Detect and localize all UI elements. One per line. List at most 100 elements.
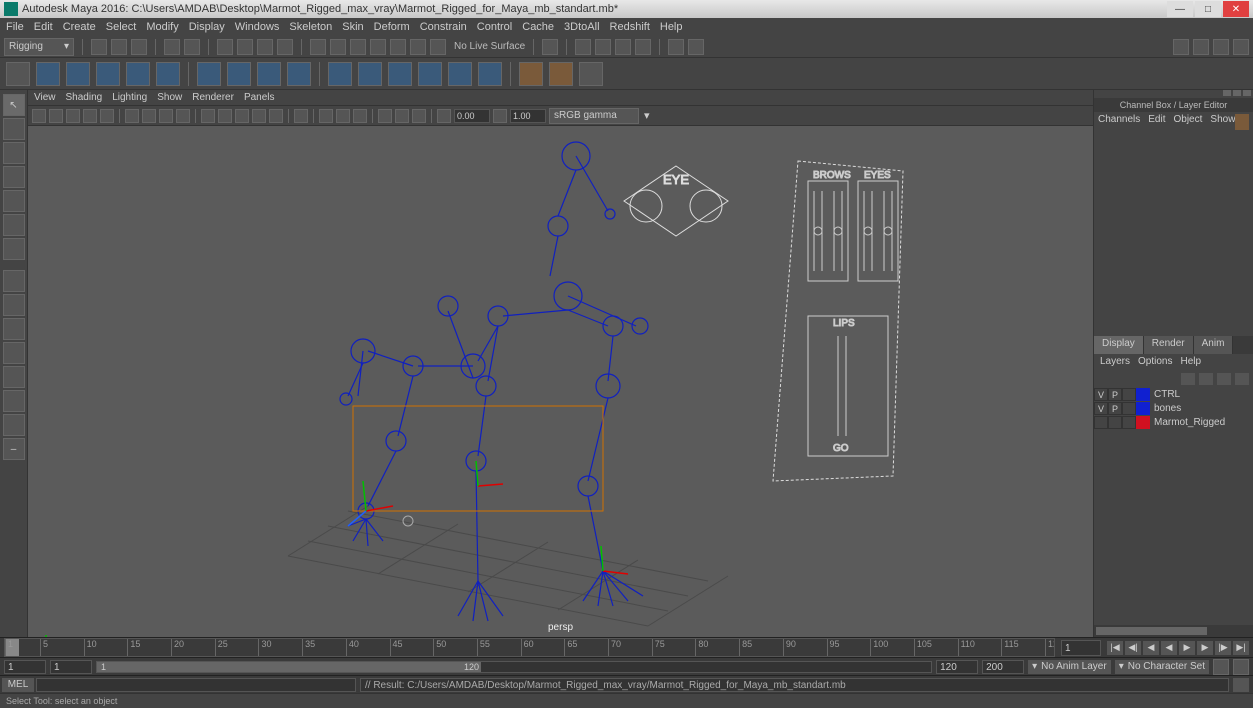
- gate-mask-icon[interactable]: [176, 109, 190, 123]
- layer-opt-help[interactable]: Help: [1180, 356, 1201, 367]
- menu-deform[interactable]: Deform: [374, 21, 410, 33]
- create-deformer-a-icon[interactable]: [328, 62, 352, 86]
- gamma-slider-icon[interactable]: [493, 109, 507, 123]
- panel-menu-view[interactable]: View: [34, 92, 56, 103]
- create-deformer-e-icon[interactable]: [448, 62, 472, 86]
- maximize-button[interactable]: □: [1195, 1, 1221, 17]
- manipulator-icon[interactable]: [1235, 114, 1249, 130]
- mirror-joint-icon[interactable]: [96, 62, 120, 86]
- layer-down-icon[interactable]: [1217, 373, 1231, 385]
- layer-up-icon[interactable]: [1199, 373, 1213, 385]
- select-object-icon[interactable]: [237, 39, 253, 55]
- menu-display[interactable]: Display: [189, 21, 225, 33]
- layer-new-icon[interactable]: [1181, 373, 1195, 385]
- camera-select-icon[interactable]: [32, 109, 46, 123]
- history-icon[interactable]: [542, 39, 558, 55]
- layer-tab-display[interactable]: Display: [1094, 336, 1144, 354]
- timeline[interactable]: 1510152025303540455055606570758085909510…: [0, 637, 1253, 657]
- layer-playback[interactable]: P: [1108, 402, 1122, 415]
- orient-joint-icon[interactable]: [126, 62, 150, 86]
- menu-help[interactable]: Help: [660, 21, 683, 33]
- redo-icon[interactable]: [184, 39, 200, 55]
- range-start-outer[interactable]: 1: [4, 660, 46, 674]
- film-gate-icon[interactable]: [142, 109, 156, 123]
- constraint-b-icon[interactable]: [549, 62, 573, 86]
- menu-edit[interactable]: Edit: [34, 21, 53, 33]
- step-back-button[interactable]: ◀: [1143, 641, 1159, 655]
- layer-playback[interactable]: P: [1108, 388, 1122, 401]
- gamma-input[interactable]: [510, 109, 546, 123]
- script-lang-label[interactable]: MEL: [2, 678, 34, 692]
- menu-skin[interactable]: Skin: [342, 21, 363, 33]
- exposure-reset-icon[interactable]: [395, 109, 409, 123]
- exposure-icon[interactable]: [378, 109, 392, 123]
- layout-a-icon[interactable]: [3, 318, 25, 340]
- character-set-select[interactable]: ▾No Character Set: [1115, 660, 1209, 674]
- select-hierarchy-icon[interactable]: [217, 39, 233, 55]
- textured-icon[interactable]: [235, 109, 249, 123]
- anim-layer-select[interactable]: ▾No Anim Layer: [1028, 660, 1111, 674]
- insert-joint-icon[interactable]: [66, 62, 90, 86]
- menu-skeleton[interactable]: Skeleton: [289, 21, 332, 33]
- bind-skin-icon[interactable]: [197, 62, 221, 86]
- close-button[interactable]: ✕: [1223, 1, 1249, 17]
- menu-windows[interactable]: Windows: [235, 21, 280, 33]
- snap-plane-icon[interactable]: [370, 39, 386, 55]
- shadows-icon[interactable]: [269, 109, 283, 123]
- layout-b-icon[interactable]: [3, 342, 25, 364]
- exposure-input[interactable]: [454, 109, 490, 123]
- select-multi-icon[interactable]: [277, 39, 293, 55]
- layout-d-icon[interactable]: [3, 390, 25, 412]
- undo-icon[interactable]: [164, 39, 180, 55]
- last-tool-icon[interactable]: [3, 238, 25, 260]
- go-end-button[interactable]: ▶|: [1233, 641, 1249, 655]
- layer-tab-anim[interactable]: Anim: [1194, 336, 1234, 354]
- two-d-icon[interactable]: [100, 109, 114, 123]
- range-end-inner[interactable]: 120: [936, 660, 978, 674]
- preferences-icon[interactable]: [1233, 659, 1249, 675]
- minimize-button[interactable]: —: [1167, 1, 1193, 17]
- right-scrollbar[interactable]: [1094, 625, 1253, 637]
- panel-menu-shading[interactable]: Shading: [66, 92, 103, 103]
- ik-handle-icon[interactable]: [156, 62, 180, 86]
- color-transform-select[interactable]: sRGB gamma: [549, 108, 639, 124]
- module-selector[interactable]: Rigging▾: [4, 38, 74, 56]
- exposure-b-icon[interactable]: [412, 109, 426, 123]
- hypershade-icon[interactable]: [635, 39, 651, 55]
- camera-lock-icon[interactable]: [49, 109, 63, 123]
- panel-menu-renderer[interactable]: Renderer: [192, 92, 234, 103]
- layer-type[interactable]: [1122, 416, 1136, 429]
- create-deformer-d-icon[interactable]: [418, 62, 442, 86]
- layer-opt-options[interactable]: Options: [1138, 356, 1172, 367]
- snap-grid-icon[interactable]: [310, 39, 326, 55]
- layer-color-swatch[interactable]: [1136, 416, 1150, 429]
- shelf-handle-icon[interactable]: [6, 62, 30, 86]
- create-deformer-f-icon[interactable]: [478, 62, 502, 86]
- layer-visibility[interactable]: V: [1094, 388, 1108, 401]
- menu-create[interactable]: Create: [63, 21, 96, 33]
- range-end-outer[interactable]: 200: [982, 660, 1024, 674]
- channel-box-toggle-icon[interactable]: [1213, 39, 1229, 55]
- detach-skin-icon[interactable]: [227, 62, 251, 86]
- render-icon[interactable]: [575, 39, 591, 55]
- lasso-tool-icon[interactable]: [3, 118, 25, 140]
- layer-color-swatch[interactable]: [1136, 388, 1150, 401]
- live-surface-icon[interactable]: [430, 39, 446, 55]
- layer-tab-render[interactable]: Render: [1144, 336, 1194, 354]
- menu-control[interactable]: Control: [477, 21, 512, 33]
- layer-visibility[interactable]: V: [1094, 402, 1108, 415]
- menu-file[interactable]: File: [6, 21, 24, 33]
- viewport-layout-b-icon[interactable]: [688, 39, 704, 55]
- lights-icon[interactable]: [252, 109, 266, 123]
- grid-icon[interactable]: [125, 109, 139, 123]
- snap-point-icon[interactable]: [350, 39, 366, 55]
- go-start-button[interactable]: |◀: [1107, 641, 1123, 655]
- layer-add-icon[interactable]: [1235, 373, 1249, 385]
- four-view-icon[interactable]: [3, 294, 25, 316]
- modeling-toolkit-toggle-icon[interactable]: [1233, 39, 1249, 55]
- wireframe-icon[interactable]: [201, 109, 215, 123]
- rotate-tool-icon[interactable]: [3, 190, 25, 212]
- paint-select-tool-icon[interactable]: [3, 142, 25, 164]
- range-start-inner[interactable]: 1: [50, 660, 92, 674]
- panel-menu-panels[interactable]: Panels: [244, 92, 275, 103]
